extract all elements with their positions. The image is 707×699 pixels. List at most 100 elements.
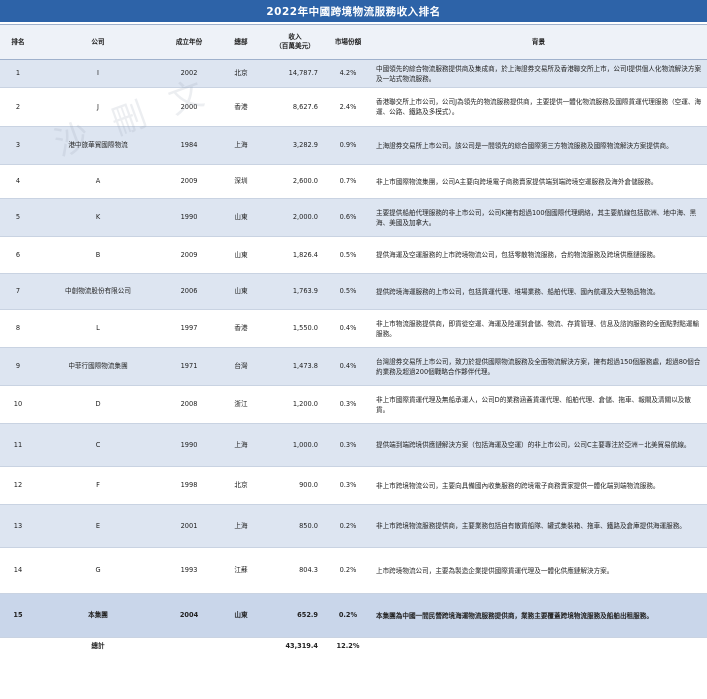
cell-share: 0.4%: [326, 347, 370, 386]
cell-company: 港中旅華貿國際物流: [36, 126, 160, 165]
cell-hq: 江蘇: [218, 547, 264, 594]
cell-company: G: [36, 547, 160, 594]
cell-company: L: [36, 309, 160, 348]
table-row: 11 C 1990 上海 1,000.0 0.3% 提供端到端跨境供應鏈解決方案（包括海運及…: [0, 423, 707, 467]
cell-hq: 香港: [218, 309, 264, 348]
cell-background: 非上市跨境物流公司，主要向具備國內收集服務的跨境電子商務賣家提供一體化端到端物流…: [370, 466, 707, 505]
cell-background: 上市跨境物流公司，主要為製造企業提供國際貨運代理及一體化供應鏈解決方案。: [370, 547, 707, 594]
cell-hq: 上海: [218, 126, 264, 165]
cell-hq: 北京: [218, 466, 264, 505]
table-row: 7 中創物流股份有限公司 2006 山東 1,763.9 0.5% 提供跨境海運服務的上市公…: [0, 273, 707, 310]
col-header-background: 背景: [370, 24, 707, 60]
table-row: 9 中菲行國際物流集團 1971 台灣 1,473.8 0.4% 台灣證券交易所上市公司，致…: [0, 347, 707, 386]
cell-year: 2004: [160, 593, 218, 638]
cell-hq: 上海: [218, 504, 264, 548]
cell-year: 1990: [160, 198, 218, 237]
cell-share: 0.7%: [326, 164, 370, 199]
table-row: 6 B 2009 山東 1,826.4 0.5% 提供海運及空運服務的上市跨境物流公司，包括…: [0, 236, 707, 274]
cell-revenue: 1,826.4: [264, 236, 326, 274]
cell-revenue: 652.9: [264, 593, 326, 638]
cell-company: 本集團: [36, 593, 160, 638]
table-row: 13 E 2001 上海 850.0 0.2% 非上市跨境物流服務提供商，主要業務包括自有散…: [0, 504, 707, 548]
cell-share: 0.5%: [326, 236, 370, 274]
cell-background: 提供端到端跨境供應鏈解決方案（包括海運及空運）的非上市公司，公司C主要專注於亞洲…: [370, 423, 707, 467]
cell-revenue: 900.0: [264, 466, 326, 505]
cell-rank: 7: [0, 273, 36, 310]
cell-background: 非上市國際物流集團，公司A主要向跨境電子商務賣家提供端到端跨境空運服務及海外倉儲…: [370, 164, 707, 199]
cell-hq: 山東: [218, 593, 264, 638]
cell-rank: 14: [0, 547, 36, 594]
cell-share: 0.2%: [326, 504, 370, 548]
table-row: 12 F 1998 北京 900.0 0.3% 非上市跨境物流公司，主要向具備國內收集服務的…: [0, 466, 707, 505]
cell-hq: 台灣: [218, 347, 264, 386]
cell-hq: 浙江: [218, 385, 264, 424]
table-row: 8 L 1997 香港 1,550.0 0.4% 非上市物流服務提供商，即貨從空運、海運及陸…: [0, 309, 707, 348]
table-row: 1 I 2002 北京 14,787.7 4.2% 中國領先的綜合物流服務提供商及集成商，於…: [0, 59, 707, 88]
total-empty-cell: [370, 637, 707, 656]
cell-share: 0.6%: [326, 198, 370, 237]
ranking-table-page: 2022年中國跨境物流服務收入排名 排名 公司 成立年份 總部 收入 （百萬美元…: [0, 0, 707, 699]
total-label: 總計: [36, 637, 160, 656]
table-row: 4 A 2009 深圳 2,600.0 0.7% 非上市國際物流集團，公司A主要向跨境電子商…: [0, 164, 707, 199]
cell-share: 0.3%: [326, 385, 370, 424]
cell-year: 2001: [160, 504, 218, 548]
cell-revenue: 1,200.0: [264, 385, 326, 424]
cell-rank: 6: [0, 236, 36, 274]
cell-company: K: [36, 198, 160, 237]
cell-hq: 香港: [218, 87, 264, 127]
cell-share: 0.2%: [326, 547, 370, 594]
cell-year: 2008: [160, 385, 218, 424]
cell-background: 提供跨境海運服務的上市公司，包括貨運代理、堆場業務、船舶代理、國內航運及大型物品…: [370, 273, 707, 310]
table-row: 3 港中旅華貿國際物流 1984 上海 3,282.9 0.9% 上海證券交易所上市公司。該…: [0, 126, 707, 165]
cell-year: 1971: [160, 347, 218, 386]
table-row: 5 K 1990 山東 2,000.0 0.6% 主要提供船舶代理服務的非上市公司，公司K擁…: [0, 198, 707, 237]
cell-revenue: 1,763.9: [264, 273, 326, 310]
cell-company: C: [36, 423, 160, 467]
cell-background: 非上市跨境物流服務提供商，主要業務包括自有散貨船隊、罐式集裝箱、拖車、鐵路及倉庫…: [370, 504, 707, 548]
col-header-rank: 排名: [0, 24, 36, 60]
cell-rank: 1: [0, 59, 36, 88]
col-header-share: 市場份額: [326, 24, 370, 60]
cell-share: 0.2%: [326, 593, 370, 638]
cell-revenue: 850.0: [264, 504, 326, 548]
total-empty-cell: [218, 637, 264, 656]
cell-rank: 12: [0, 466, 36, 505]
cell-year: 1984: [160, 126, 218, 165]
cell-year: 2006: [160, 273, 218, 310]
cell-year: 2009: [160, 164, 218, 199]
cell-rank: 10: [0, 385, 36, 424]
cell-revenue: 1,000.0: [264, 423, 326, 467]
total-revenue: 43,319.4: [264, 637, 326, 656]
cell-background: 香港聯交所上市公司，公司J為領先的物流服務提供商，主要提供一體化物流服務及國際貨…: [370, 87, 707, 127]
cell-rank: 15: [0, 593, 36, 638]
cell-revenue: 2,600.0: [264, 164, 326, 199]
cell-hq: 北京: [218, 59, 264, 88]
col-header-year: 成立年份: [160, 24, 218, 60]
cell-revenue: 1,550.0: [264, 309, 326, 348]
col-header-hq: 總部: [218, 24, 264, 60]
cell-background: 上海證券交易所上市公司。該公司是一間領先的綜合國際第三方物流服務及國際物流解決方…: [370, 126, 707, 165]
cell-year: 1998: [160, 466, 218, 505]
table-row: 2 J 2000 香港 8,627.6 2.4% 香港聯交所上市公司，公司J為領先的物流服務…: [0, 87, 707, 127]
col-header-revenue: 收入 （百萬美元）: [264, 24, 326, 60]
cell-hq: 上海: [218, 423, 264, 467]
cell-revenue: 1,473.8: [264, 347, 326, 386]
cell-share: 2.4%: [326, 87, 370, 127]
cell-rank: 4: [0, 164, 36, 199]
table-row: 10 D 2008 浙江 1,200.0 0.3% 非上市國際貨運代理及無船承運人，公司D的…: [0, 385, 707, 424]
cell-hq: 深圳: [218, 164, 264, 199]
ranking-table: 排名 公司 成立年份 總部 收入 （百萬美元） 市場份額 背景 1 I 2002 北京…: [0, 24, 707, 656]
cell-background: 非上市國際貨運代理及無船承運人，公司D的業務涵蓋貨運代理、船舶代理、倉儲、拖車、…: [370, 385, 707, 424]
cell-company: A: [36, 164, 160, 199]
total-empty-cell: [160, 637, 218, 656]
cell-share: 0.4%: [326, 309, 370, 348]
table-title: 2022年中國跨境物流服務收入排名: [0, 0, 707, 22]
cell-share: 0.3%: [326, 466, 370, 505]
cell-background: 台灣證券交易所上市公司，致力於提供國際物流服務及全面物流解決方案，擁有超過150…: [370, 347, 707, 386]
cell-year: 2002: [160, 59, 218, 88]
cell-background: 提供海運及空運服務的上市跨境物流公司，包括零散物流服務，合約物流服務及跨境供應鏈…: [370, 236, 707, 274]
cell-company: 中菲行國際物流集團: [36, 347, 160, 386]
cell-hq: 山東: [218, 273, 264, 310]
cell-revenue: 804.3: [264, 547, 326, 594]
cell-rank: 5: [0, 198, 36, 237]
